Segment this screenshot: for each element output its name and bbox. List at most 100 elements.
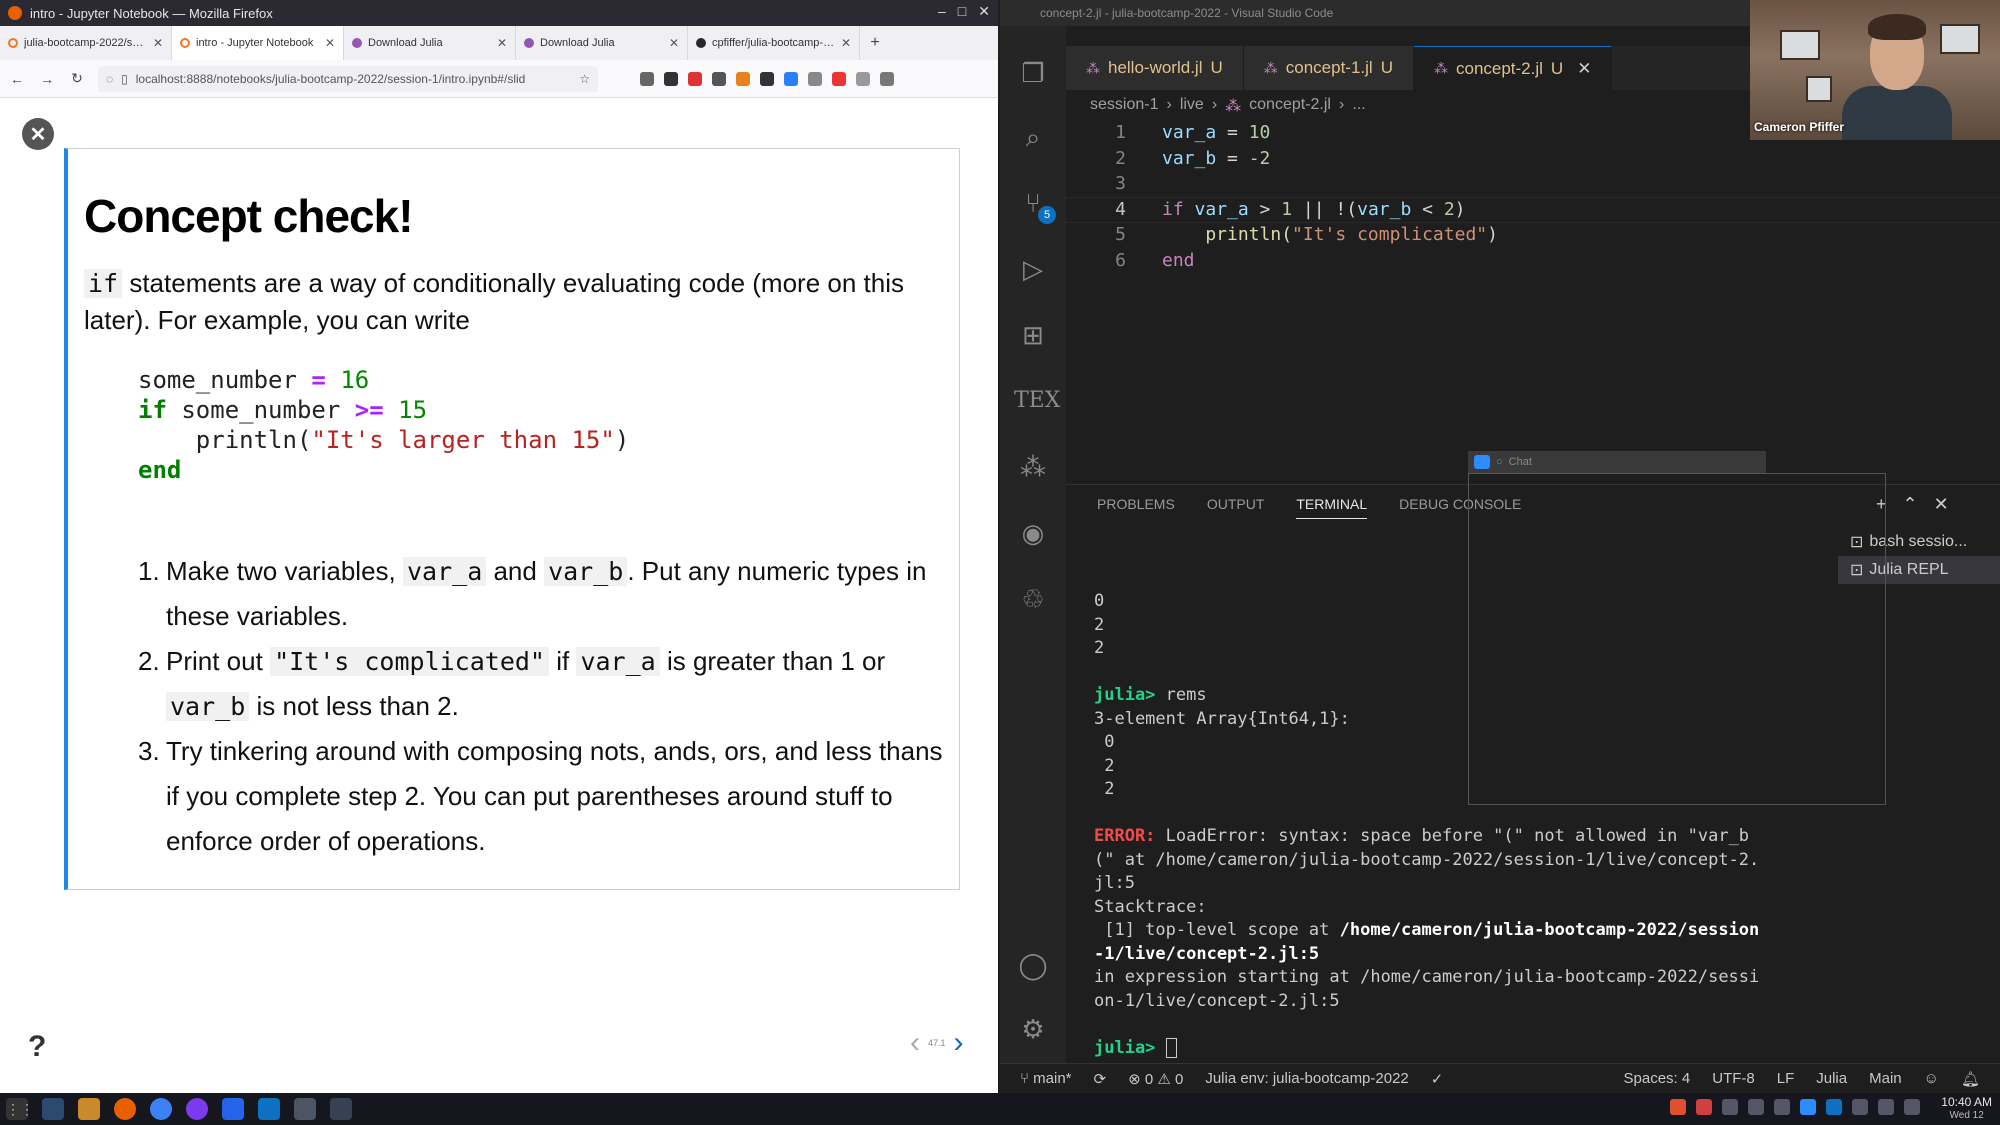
close-tab-icon[interactable]: ✕ [669,36,679,50]
tab-hello-world[interactable]: ⁂ hello-world.jl U [1066,46,1244,90]
close-tab-icon[interactable]: ✕ [153,36,163,50]
module-status[interactable]: Main [1869,1070,1902,1087]
indentation-status[interactable]: Spaces: 4 [1624,1070,1691,1087]
tray-icon[interactable] [1696,1099,1712,1115]
tab-problems[interactable]: PROBLEMS [1097,496,1175,519]
code-editor[interactable]: 1 2 3 4 5 6 var_a = 10 var_b = -2 if var… [1066,120,2000,480]
new-tab-button[interactable]: + [860,26,890,60]
firefox-logo-icon [8,6,22,20]
tex-icon[interactable]: TEX [1014,382,1060,420]
tray-icon[interactable] [1774,1099,1790,1115]
bookmark-star-icon[interactable]: ☆ [579,72,590,86]
close-tab-icon[interactable]: ✕ [325,36,335,50]
close-slideshow-button[interactable]: ✕ [22,118,54,150]
metamask-icon[interactable] [736,71,750,86]
maximize-button[interactable]: □ [958,3,966,20]
code-token: var_a [1183,198,1249,220]
file-manager-icon[interactable] [78,1098,100,1120]
extension-icon[interactable] [712,71,726,86]
breadcrumb-item[interactable]: ... [1352,96,1365,116]
tab-terminal[interactable]: TERMINAL [1296,496,1368,519]
url-bar[interactable]: ◌ ▯ localhost:8888/notebooks/julia-bootc… [98,65,598,92]
app-grid-icon[interactable]: ⋮⋮ [6,1098,34,1120]
extensions-icon[interactable]: ⊞ [1014,316,1052,354]
volume-icon[interactable] [1852,1099,1868,1115]
menu-icon[interactable] [880,71,894,86]
mail-icon[interactable] [222,1098,244,1120]
language-status[interactable]: Julia [1816,1070,1847,1087]
feedback-icon[interactable]: ☺ [1924,1070,1939,1087]
vscode-tray-icon[interactable] [1826,1099,1842,1115]
julia-env-status[interactable]: Julia env: julia-bootcamp-2022 [1205,1070,1408,1087]
account-icon[interactable]: ◯ [1014,946,1052,984]
shield-icon: ◌ [106,71,114,86]
extension-icon[interactable] [832,71,846,86]
tab-concept-2[interactable]: ⁂ concept-2.jl U ✕ [1413,46,1613,90]
tray-icon[interactable] [1722,1099,1738,1115]
problems-status[interactable]: ⊗ 0 ⚠ 0 [1128,1070,1183,1088]
extension-icon[interactable] [688,71,702,86]
browser-icon[interactable] [150,1098,172,1120]
browser-tab[interactable]: Download Julia ✕ [516,26,688,60]
chat-popover-header[interactable]: ○ Chat [1468,451,1766,473]
screen-share-icon[interactable] [294,1098,316,1120]
tab-label: concept-1.jl [1285,58,1373,77]
help-button[interactable]: ? [28,1030,46,1064]
reload-icon[interactable]: ↻ [68,70,86,87]
bluetooth-icon[interactable] [1878,1099,1894,1115]
tray-icon[interactable] [1748,1099,1764,1115]
browser-tab-active[interactable]: intro - Jupyter Notebook ✕ [172,26,344,60]
close-tab-icon[interactable]: ✕ [497,36,507,50]
vscode-icon[interactable] [258,1098,280,1120]
zoom-icon [1474,455,1490,469]
terminal-cursor [1165,1037,1177,1058]
app-icon[interactable] [186,1098,208,1120]
close-window-button[interactable]: ✕ [978,3,990,20]
pocket-icon[interactable] [640,71,654,86]
branch-status[interactable]: ⑂ main* [1020,1070,1072,1087]
back-arrow-icon[interactable]: ← [8,71,26,87]
tab-concept-1[interactable]: ⁂ concept-1.jl U [1243,46,1414,90]
tray-icon[interactable] [1670,1099,1686,1115]
next-slide-arrow-icon[interactable]: › [954,1026,964,1060]
chevron-up-icon[interactable]: ⌃ [1903,494,1918,515]
extension-icon[interactable] [760,71,774,86]
breadcrumb-item[interactable]: concept-2.jl [1249,96,1331,116]
browser-tab[interactable]: julia-bootcamp-2022/sessi ✕ [0,26,172,60]
minimize-button[interactable]: – [938,3,946,20]
extension-icon[interactable] [856,71,870,86]
clock[interactable]: 10:40 AM Wed 12 [1941,1095,1992,1123]
gear-icon[interactable]: ⚙ [1014,1010,1052,1048]
run-debug-icon[interactable]: ▷ [1014,250,1052,288]
terminal-line: (" at /home/cameron/julia-bootcamp-2022/… [1094,849,1760,870]
zoom-tray-icon[interactable] [1800,1099,1816,1115]
eol-status[interactable]: LF [1777,1070,1795,1087]
encoding-status[interactable]: UTF-8 [1712,1070,1755,1087]
sync-icon[interactable]: ⟳ [1094,1070,1107,1088]
network-icon[interactable] [1904,1099,1920,1115]
github-icon[interactable]: ◉ [1014,514,1052,552]
search-icon[interactable]: ⌕ [1014,118,1052,156]
tab-output[interactable]: OUTPUT [1207,496,1265,519]
breadcrumb-item[interactable]: session-1 [1090,96,1158,116]
breadcrumb-separator: › [1211,96,1218,113]
list-number: 3. [138,736,160,766]
desktop-icon[interactable] [42,1098,64,1120]
breadcrumb-item[interactable]: live [1180,96,1204,116]
extension-icon[interactable] [808,71,822,86]
extension-icon[interactable] [784,71,798,86]
live-share-icon[interactable]: ♲ [1014,580,1052,618]
browser-tab[interactable]: Download Julia ✕ [344,26,516,60]
terminal-app-icon[interactable] [330,1098,352,1120]
close-tab-icon[interactable]: ✕ [1577,59,1591,79]
bell-icon[interactable]: 🔔︎ [1961,1070,1980,1088]
browser-tab[interactable]: cpfiffer/julia-bootcamp-20 ✕ [688,26,860,60]
forward-arrow-icon[interactable]: → [38,71,56,87]
prev-slide-arrow-icon[interactable]: ‹ [910,1026,920,1060]
extension-icon[interactable] [664,71,678,86]
close-tab-icon[interactable]: ✕ [841,36,851,50]
julia-icon[interactable]: ⁂ [1014,448,1052,486]
explorer-icon[interactable]: ❐ [1014,54,1052,92]
close-panel-icon[interactable]: ✕ [1934,494,1949,515]
firefox-icon[interactable] [114,1098,136,1120]
